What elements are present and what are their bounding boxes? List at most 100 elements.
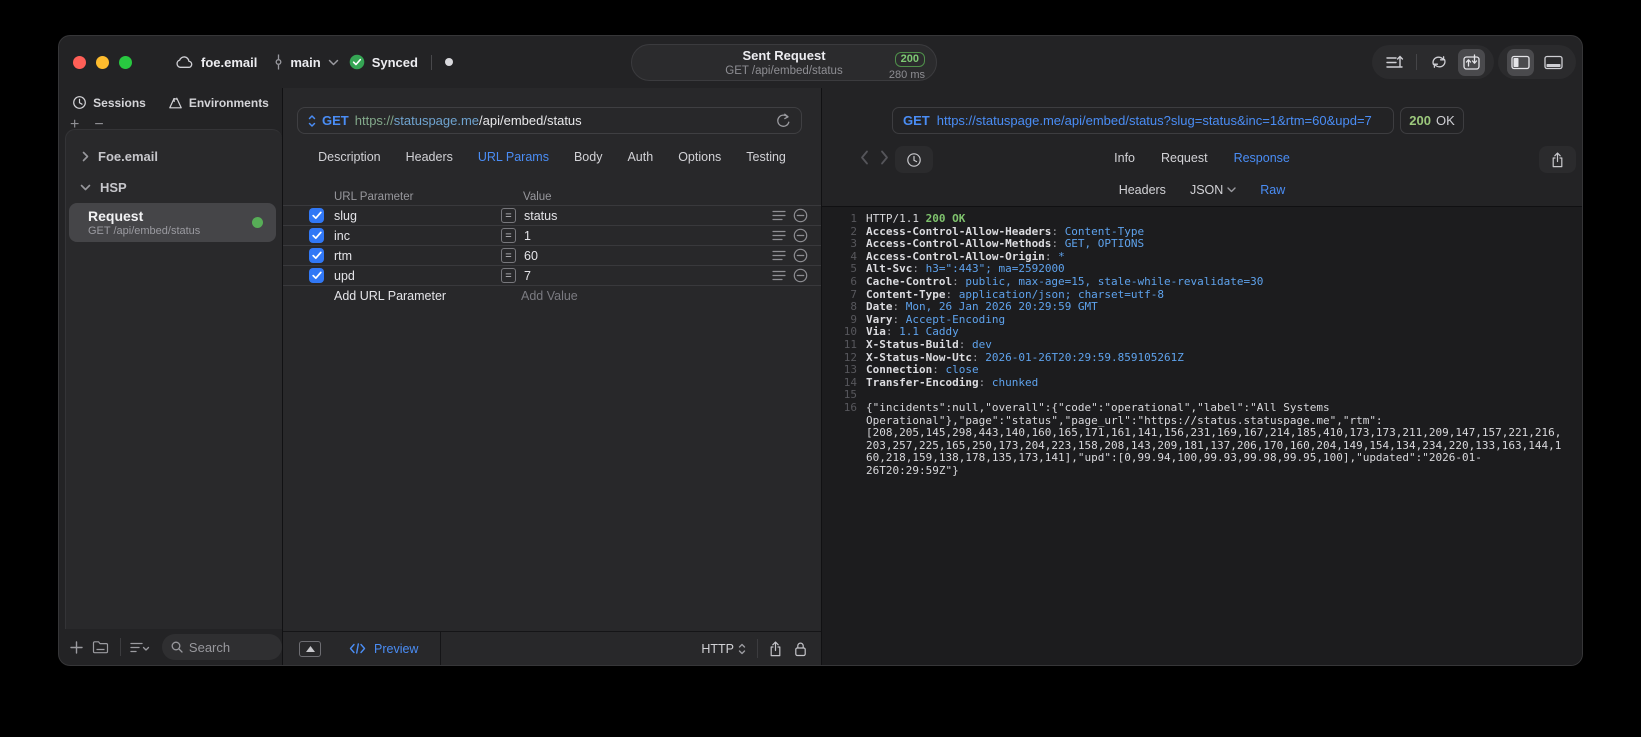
param-operator[interactable]: = bbox=[501, 268, 516, 283]
drag-handle-icon[interactable] bbox=[772, 230, 786, 241]
param-operator[interactable]: = bbox=[501, 248, 516, 263]
drag-handle-icon[interactable] bbox=[772, 210, 786, 221]
sort-options-icon[interactable] bbox=[130, 641, 151, 653]
response-raw-view: 1 HTTP/1.1 200 OK 2 Access-Control-Allow-He… bbox=[822, 206, 1582, 665]
sync-cycle-icon[interactable] bbox=[1425, 49, 1452, 76]
request-list-item[interactable]: Request GET /api/embed/status bbox=[69, 203, 276, 242]
param-name[interactable]: inc bbox=[334, 229, 486, 243]
param-row: inc = 1 bbox=[283, 225, 821, 245]
unsaved-dot bbox=[444, 58, 453, 66]
remove-param-icon[interactable] bbox=[793, 248, 808, 263]
resend-icon[interactable] bbox=[776, 113, 791, 129]
tab-url-params[interactable]: URL Params bbox=[478, 150, 549, 164]
request-panel: GET https://statuspage.me/api/embed/stat… bbox=[282, 88, 821, 665]
environments-icon bbox=[168, 96, 183, 110]
app-window: foe.email main Synced Sent Request GET /… bbox=[58, 35, 1583, 666]
response-line: 16 {"incidents":null,"overall":{"code":"o… bbox=[822, 400, 1582, 478]
remove-param-icon[interactable] bbox=[793, 228, 808, 243]
param-operator[interactable]: = bbox=[501, 208, 516, 223]
export-response-button[interactable] bbox=[1539, 146, 1576, 173]
tab-options[interactable]: Options bbox=[678, 150, 721, 164]
tab-testing[interactable]: Testing bbox=[746, 150, 786, 164]
preview-label: Preview bbox=[374, 641, 419, 656]
response-status-box: 200 OK bbox=[1400, 107, 1464, 134]
chevron-right-icon bbox=[82, 151, 89, 162]
tree-item-label: HSP bbox=[100, 180, 127, 195]
param-value[interactable]: 7 bbox=[524, 269, 772, 283]
sidebar-bottom-bar: Search bbox=[59, 629, 282, 665]
remove-session-button[interactable]: − bbox=[94, 117, 103, 133]
sync-status[interactable]: Synced bbox=[349, 54, 418, 70]
add-param-placeholder[interactable]: Add URL Parameter bbox=[334, 289, 496, 303]
line-number: 16 bbox=[843, 400, 857, 414]
sent-request-pill[interactable]: Sent Request GET /api/embed/status 200 2… bbox=[631, 44, 937, 81]
add-param-row: Add URL Parameter Add Value bbox=[283, 285, 821, 305]
collapse-panel-button[interactable] bbox=[299, 640, 321, 657]
protocol-selector[interactable]: HTTP bbox=[701, 642, 746, 656]
add-request-button[interactable] bbox=[70, 640, 83, 654]
toolbar-group-requests bbox=[1372, 45, 1494, 79]
close-button[interactable] bbox=[73, 56, 86, 69]
param-checkbox[interactable] bbox=[309, 228, 324, 243]
response-subtab-raw[interactable]: Raw bbox=[1260, 183, 1285, 197]
param-value[interactable]: status bbox=[524, 209, 772, 223]
line-number: 1 bbox=[850, 212, 857, 225]
drag-handle-icon[interactable] bbox=[772, 270, 786, 281]
share-icon[interactable] bbox=[769, 641, 782, 657]
tree-item-hsp[interactable]: HSP bbox=[66, 175, 282, 200]
response-tab-response[interactable]: Response bbox=[1234, 151, 1290, 165]
titlebar: foe.email main Synced Sent Request GET /… bbox=[59, 36, 1582, 88]
add-value-placeholder[interactable]: Add Value bbox=[521, 289, 578, 303]
bottom-panel-toggle-icon[interactable] bbox=[1540, 49, 1567, 76]
tab-auth[interactable]: Auth bbox=[627, 150, 653, 164]
sent-url-field[interactable]: GET https://statuspage.me/api/embed/stat… bbox=[892, 107, 1394, 134]
request-footer-bar: Preview HTTP bbox=[283, 631, 821, 665]
tab-headers[interactable]: Headers bbox=[406, 150, 453, 164]
param-name[interactable]: slug bbox=[334, 209, 486, 223]
param-name[interactable]: rtm bbox=[334, 249, 486, 263]
tree-item-foe-email[interactable]: Foe.email bbox=[66, 144, 282, 169]
traffic-lights bbox=[73, 56, 132, 69]
method-stepper-icon[interactable] bbox=[308, 114, 316, 128]
lock-icon[interactable] bbox=[794, 641, 807, 657]
response-subtab-json[interactable]: JSON bbox=[1190, 183, 1236, 197]
param-value[interactable]: 60 bbox=[524, 249, 772, 263]
chevron-down-icon bbox=[80, 184, 91, 191]
add-session-button[interactable]: + bbox=[70, 117, 79, 133]
tab-description[interactable]: Description bbox=[318, 150, 381, 164]
url-input[interactable]: GET https://statuspage.me/api/embed/stat… bbox=[297, 107, 802, 134]
chevron-down-icon bbox=[1227, 187, 1236, 193]
request-tabs: Description Headers URL Params Body Auth Opti… bbox=[283, 150, 821, 164]
response-tab-info[interactable]: Info bbox=[1114, 151, 1135, 165]
preview-button[interactable]: Preview bbox=[349, 642, 418, 656]
sync-label: Synced bbox=[371, 54, 418, 70]
param-operator[interactable]: = bbox=[501, 228, 516, 243]
minimize-button[interactable] bbox=[96, 56, 109, 69]
param-checkbox[interactable] bbox=[309, 248, 324, 263]
desktop: foe.email main Synced Sent Request GET /… bbox=[0, 0, 1641, 737]
column-header-name: URL Parameter bbox=[334, 191, 414, 203]
line-number: 7 bbox=[850, 287, 857, 301]
request-list-icon[interactable] bbox=[1381, 49, 1408, 76]
drag-handle-icon[interactable] bbox=[772, 250, 786, 261]
response-subtab-headers[interactable]: Headers bbox=[1119, 183, 1166, 197]
tab-environments[interactable]: Environments bbox=[168, 95, 269, 110]
tab-sessions[interactable]: Sessions bbox=[72, 95, 146, 110]
remove-param-icon[interactable] bbox=[793, 268, 808, 283]
params-table-header: URL Parameter Value bbox=[283, 189, 821, 205]
response-tab-request[interactable]: Request bbox=[1161, 151, 1208, 165]
line-number: 5 bbox=[850, 262, 857, 276]
param-name[interactable]: upd bbox=[334, 269, 486, 283]
param-checkbox[interactable] bbox=[309, 208, 324, 223]
zoom-button[interactable] bbox=[119, 56, 132, 69]
sidebar-toggle-icon[interactable] bbox=[1507, 48, 1534, 76]
new-folder-icon[interactable] bbox=[92, 640, 109, 654]
branch-selector[interactable]: main bbox=[274, 54, 338, 70]
param-checkbox[interactable] bbox=[309, 268, 324, 283]
search-input[interactable]: Search bbox=[161, 634, 282, 660]
project-selector[interactable]: foe.email bbox=[175, 55, 257, 70]
tab-body[interactable]: Body bbox=[574, 150, 603, 164]
remove-param-icon[interactable] bbox=[793, 208, 808, 223]
param-value[interactable]: 1 bbox=[524, 229, 772, 243]
send-receive-panel-icon[interactable] bbox=[1458, 48, 1485, 76]
